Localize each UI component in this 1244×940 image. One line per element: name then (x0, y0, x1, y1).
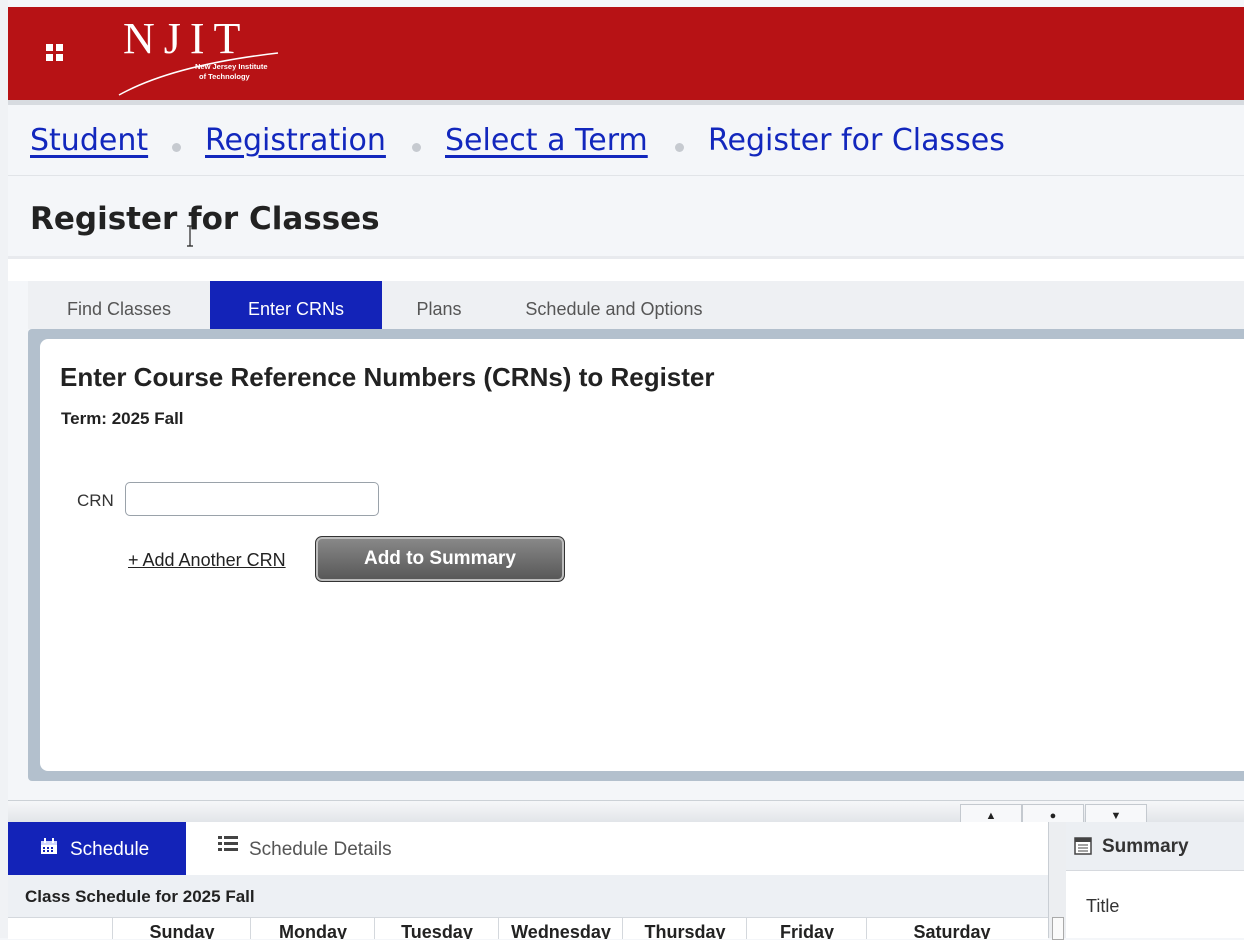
panel-heading: Enter Course Reference Numbers (CRNs) to… (60, 362, 715, 392)
summary-icon (1074, 837, 1092, 855)
day-header-sunday: Sunday (112, 918, 251, 939)
tab-enter-crns[interactable]: Enter CRNs (210, 281, 382, 329)
app-grid-icon[interactable] (46, 44, 70, 68)
logo-swoosh (118, 52, 279, 96)
tab-schedule-details-label: Schedule Details (249, 839, 392, 860)
spacer (8, 259, 1244, 281)
breadcrumb-separator (675, 143, 684, 152)
day-header-thursday: Thursday (622, 918, 747, 939)
calendar-icon (41, 838, 57, 854)
schedule-title-bar: Class Schedule for 2025 Fall (8, 875, 1048, 917)
njit-logo[interactable]: NJIT New Jersey Institute of Technology (113, 14, 323, 100)
add-another-crn-link[interactable]: + Add Another CRN (128, 550, 286, 571)
day-header-saturday: Saturday (866, 918, 1037, 939)
breadcrumb-separator (412, 143, 421, 152)
day-header-tuesday: Tuesday (374, 918, 499, 939)
summary-title: Summary (1102, 836, 1189, 857)
tab-schedule[interactable]: Schedule (8, 822, 186, 875)
schedule-title: Class Schedule for 2025 Fall (25, 887, 255, 906)
day-header-wednesday: Wednesday (498, 918, 623, 939)
breadcrumb-registration[interactable]: Registration (205, 123, 386, 158)
enter-crns-content: Enter Course Reference Numbers (CRNs) to… (40, 339, 1244, 771)
list-icon (218, 836, 238, 851)
summary-header: Summary (1066, 822, 1244, 871)
logo-subtitle: New Jersey Institute of Technology (195, 62, 268, 82)
breadcrumb-student[interactable]: Student (30, 123, 148, 158)
up-arrow-icon[interactable]: ▲ (960, 804, 1022, 824)
add-to-summary-button[interactable]: Add to Summary (315, 536, 565, 582)
crn-label: CRN (77, 491, 114, 510)
summary-column-title: Title (1086, 896, 1120, 916)
breadcrumb-separator (172, 143, 181, 152)
tab-find-classes[interactable]: Find Classes (28, 281, 210, 329)
scrollbar-thumb[interactable] (1052, 917, 1064, 940)
breadcrumb-select-term[interactable]: Select a Term (445, 123, 648, 158)
page-title: Register for Classes (30, 201, 380, 237)
logo-subtitle-line-2: of Technology (199, 72, 250, 81)
tab-schedule-and-options[interactable]: Schedule and Options (496, 281, 732, 329)
term-label: Term: 2025 Fall (61, 409, 184, 428)
tab-plans[interactable]: Plans (382, 281, 496, 329)
top-header-bar: NJIT New Jersey Institute of Technology (8, 7, 1244, 100)
left-edge (0, 0, 8, 938)
text-cursor-icon (187, 225, 193, 247)
enter-crns-panel: Enter Course Reference Numbers (CRNs) to… (28, 329, 1244, 781)
crn-input[interactable] (125, 482, 379, 516)
schedule-tabs: Schedule Schedule Details (8, 822, 1048, 875)
center-dot-icon[interactable]: ● (1022, 804, 1084, 824)
tab-schedule-label: Schedule (70, 839, 150, 860)
schedule-grid-header: Sunday Monday Tuesday Wednesday Thursday… (8, 917, 1048, 939)
down-arrow-icon[interactable]: ▼ (1085, 804, 1147, 824)
breadcrumb-current: Register for Classes (708, 123, 1005, 158)
schedule-scrollbar[interactable] (1048, 822, 1067, 940)
logo-subtitle-line-1: New Jersey Institute (195, 62, 268, 71)
summary-body: Title (1066, 871, 1244, 938)
registration-tabs: Find Classes Enter CRNs Plans Schedule a… (28, 281, 1244, 329)
day-header-friday: Friday (746, 918, 867, 939)
breadcrumb: Student Registration Select a Term Regis… (8, 105, 1244, 176)
day-header-monday: Monday (250, 918, 375, 939)
